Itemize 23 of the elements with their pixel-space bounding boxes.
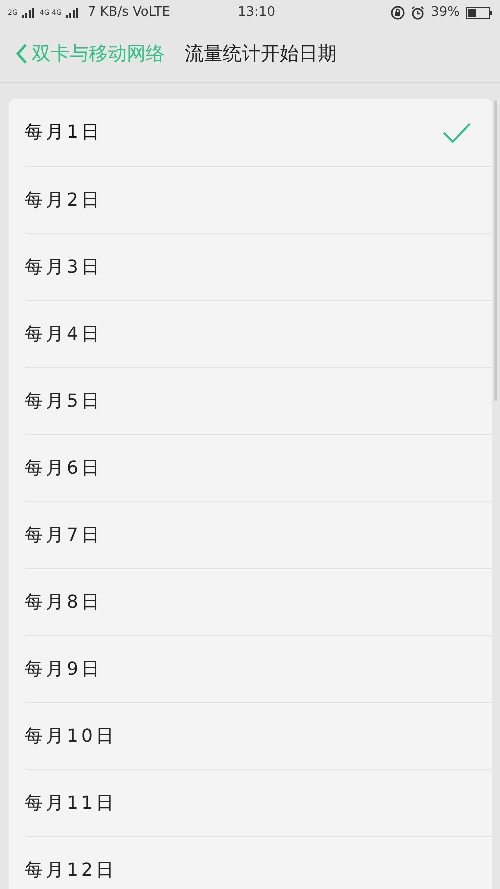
- date-option[interactable]: 每月10日: [25, 702, 492, 769]
- battery-percentage: 39%: [431, 4, 460, 22]
- alarm-icon: [411, 6, 426, 20]
- signal-icon: [22, 8, 36, 18]
- date-option[interactable]: 每月5日: [25, 367, 492, 434]
- signal-icon: [66, 8, 80, 18]
- date-option[interactable]: 每月7日: [25, 501, 492, 568]
- battery-icon: [466, 7, 492, 19]
- date-option[interactable]: 每月9日: [25, 635, 492, 702]
- date-option[interactable]: 每月4日: [25, 300, 492, 367]
- date-option[interactable]: 每月3日: [25, 233, 492, 300]
- date-option[interactable]: 每月1日: [25, 99, 492, 166]
- back-icon: [16, 43, 28, 65]
- date-option[interactable]: 每月6日: [25, 434, 492, 501]
- rotation-lock-icon: [391, 6, 406, 20]
- check-icon: [442, 122, 472, 144]
- date-option[interactable]: 每月11日: [25, 769, 492, 836]
- network-speed: 7 KB/s VoLTE: [88, 4, 170, 22]
- date-option[interactable]: 每月12日: [25, 836, 492, 889]
- date-option[interactable]: 每月2日: [25, 166, 492, 233]
- page-title: 流量统计开始日期: [185, 42, 337, 67]
- clock: 13:10: [238, 4, 276, 22]
- date-option[interactable]: 每月8日: [25, 568, 492, 635]
